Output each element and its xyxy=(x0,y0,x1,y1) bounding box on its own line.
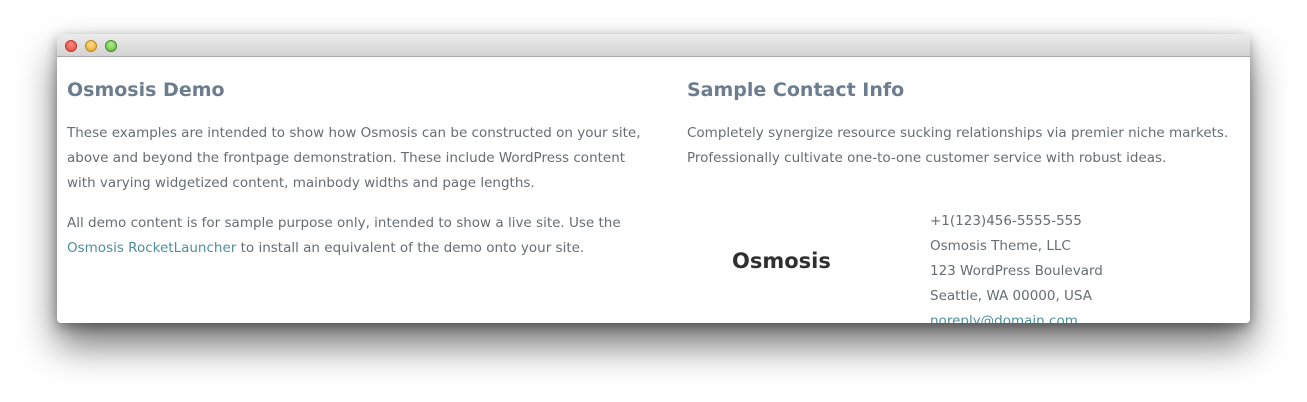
osmosis-logo: Osmosis xyxy=(732,249,831,273)
contact-company: Osmosis Theme, LLC xyxy=(930,238,1071,254)
contact-city: Seattle, WA 00000, USA xyxy=(930,288,1092,304)
maximize-window-icon[interactable] xyxy=(105,40,117,52)
demo-title: Osmosis Demo xyxy=(67,79,225,101)
window-titlebar xyxy=(57,34,1250,57)
demo-notice: All demo content is for sample purpose o… xyxy=(67,211,657,261)
page-content: Osmosis Demo These examples are intended… xyxy=(57,57,1250,323)
contact-phone: +1(123)456-5555-555 xyxy=(930,213,1082,229)
demo-info-section: Osmosis Demo These examples are intended… xyxy=(67,79,657,261)
contact-info-section: Sample Contact Info Completely synergize… xyxy=(687,79,1247,323)
contact-title: Sample Contact Info xyxy=(687,79,905,101)
demo-description: These examples are intended to show how … xyxy=(67,125,641,191)
contact-intro: Completely synergize resource sucking re… xyxy=(687,125,1229,166)
browser-window: Osmosis Demo These examples are intended… xyxy=(57,34,1250,323)
close-window-icon[interactable] xyxy=(65,40,77,52)
contact-lines: +1(123)456-5555-555 Osmosis Theme, LLC 1… xyxy=(930,209,1247,323)
minimize-window-icon[interactable] xyxy=(85,40,97,52)
contact-street: 123 WordPress Boulevard xyxy=(930,263,1103,279)
rocketlauncher-link[interactable]: Osmosis RocketLauncher xyxy=(67,240,236,256)
contact-details: Osmosis +1(123)456-5555-555 Osmosis Them… xyxy=(687,209,1247,323)
demo-notice-text: All demo content is for sample purpose o… xyxy=(67,215,621,231)
contact-email-link[interactable]: noreply@domain.com xyxy=(930,313,1078,323)
demo-notice-text-end: to install an equivalent of the demo ont… xyxy=(236,240,585,256)
